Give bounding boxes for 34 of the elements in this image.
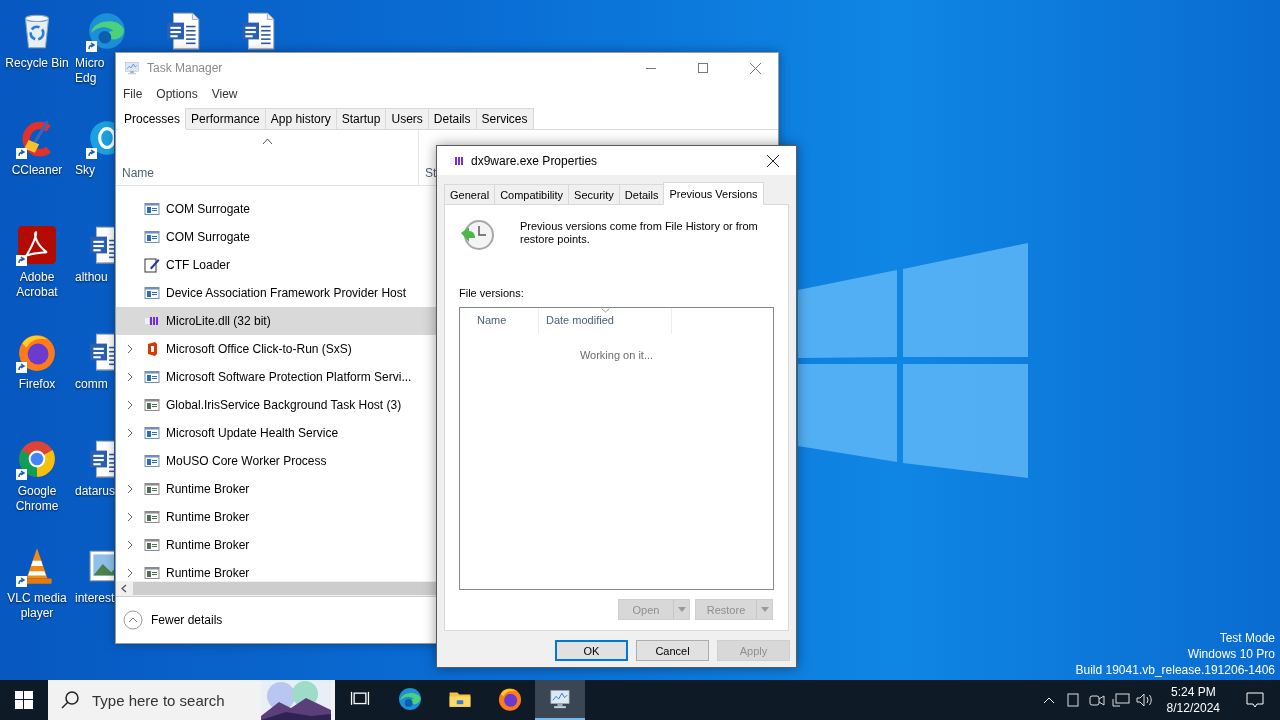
process-name: Runtime Broker — [166, 566, 250, 580]
icon-label: Micro Edg — [74, 56, 105, 86]
process-name: COM Surrogate — [166, 230, 251, 244]
process-name: MoUSO Core Worker Process — [166, 454, 327, 468]
process-name: Runtime Broker — [166, 482, 250, 496]
icon-label: comm — [74, 377, 108, 392]
icon-label: Sky — [74, 163, 95, 178]
icon-label: CCleaner — [11, 163, 63, 178]
process-name: Microsoft Software Protection Platform Servi... — [166, 370, 412, 384]
process-name: Device Association Framework Provider Host — [166, 286, 407, 300]
process-name: CTF Loader — [166, 258, 231, 272]
status-text: Working on it... — [579, 349, 654, 361]
process-name: Microsoft Office Click-to-Run (SxS) — [166, 342, 352, 356]
process-name: Microsoft Update Health Service — [166, 426, 339, 440]
system-info-text: Windows 10 Pro — [1187, 646, 1275, 662]
window-title: Task Manager — [147, 61, 224, 75]
icon-label: Google Chrome — [15, 484, 59, 514]
icon-label: VLC media player — [7, 591, 67, 621]
process-name: MicroLite.dll (32 bit) — [166, 314, 271, 328]
icon-label: interest — [74, 591, 115, 606]
icon-label: Recycle Bin — [5, 56, 69, 71]
process-name: Global.IrisService Background Task Host (3) — [166, 398, 402, 412]
icon-label: althou — [74, 270, 108, 285]
icon-label: datarus — [74, 484, 116, 499]
process-name: Runtime Broker — [166, 538, 250, 552]
icon-label: Firefox — [18, 377, 56, 392]
description-text: Previous versions come from File History or from restore points. — [520, 220, 759, 246]
list-label: File versions: — [459, 287, 525, 299]
system-info-text: Test Mode — [1219, 630, 1275, 646]
process-name: COM Surrogate — [166, 202, 251, 216]
dialog-title: dx9ware.exe Properties — [471, 153, 599, 168]
process-name: Runtime Broker — [166, 510, 250, 524]
system-info-text: Build 19041.vb_release.191206-1406 — [1075, 662, 1275, 678]
icon-label: Adobe Acrobat — [16, 270, 58, 300]
